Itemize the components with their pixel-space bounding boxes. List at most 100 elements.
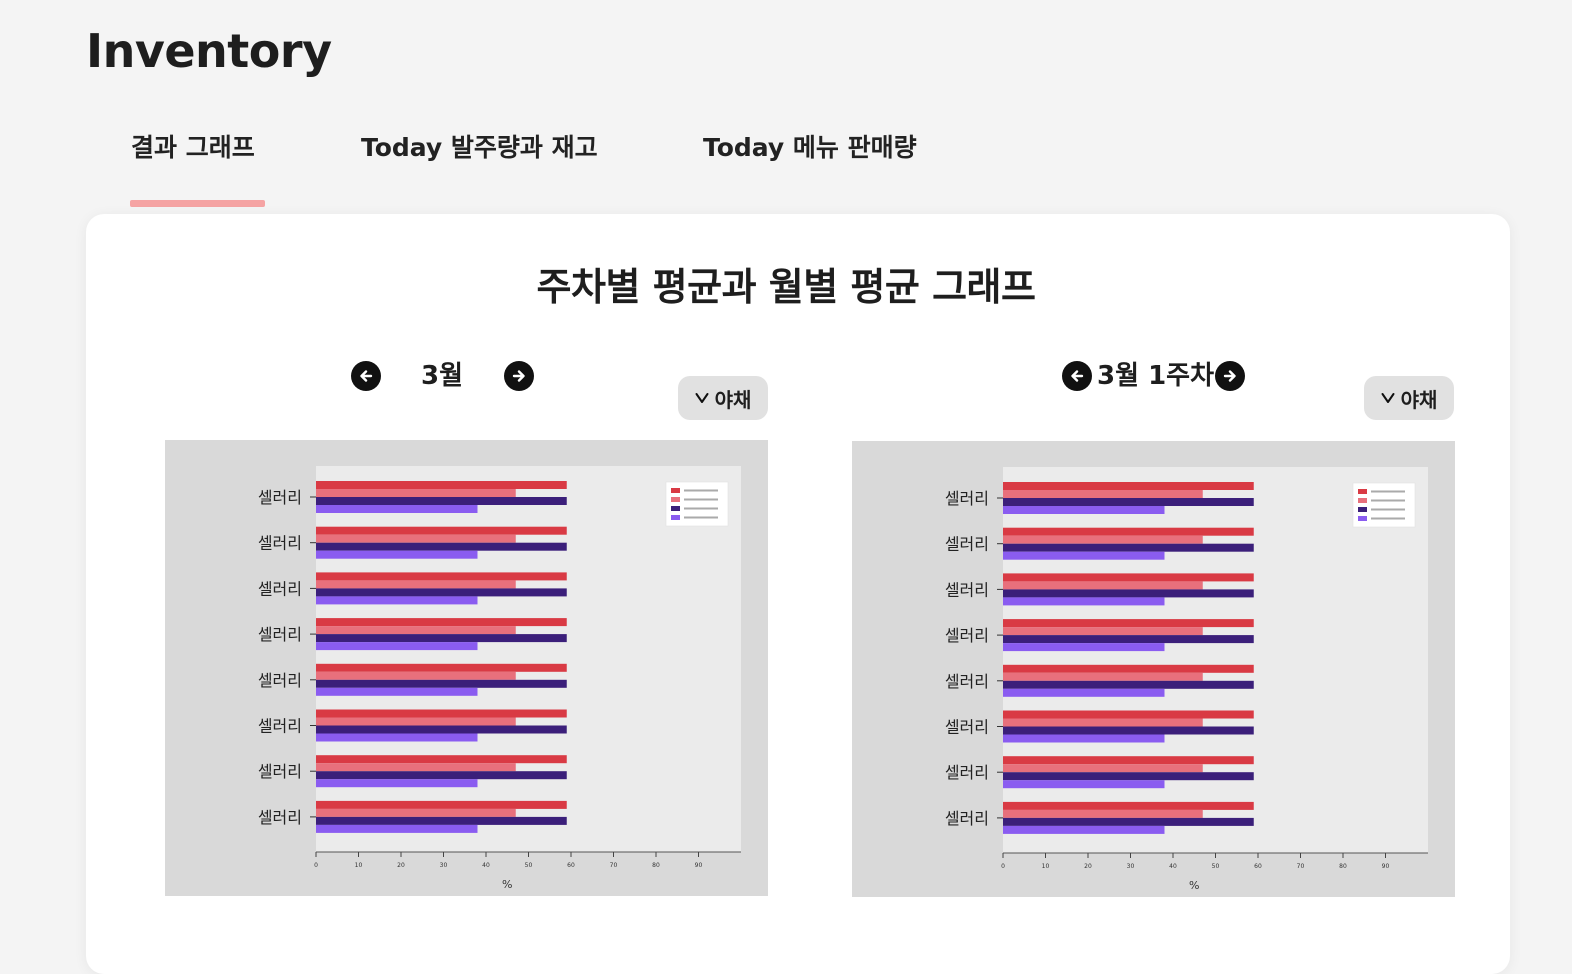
bar (316, 816, 567, 825)
x-tick-label: 30 (1127, 863, 1135, 870)
legend-entry-text (1371, 499, 1405, 502)
bar (1003, 801, 1254, 810)
bar (316, 481, 567, 489)
bar (1003, 482, 1254, 490)
x-tick-label: 50 (525, 862, 533, 869)
bar (1003, 718, 1203, 727)
bar (316, 588, 567, 597)
tab-result-graph[interactable]: 결과 그래프 (131, 128, 255, 168)
x-tick-label: 0 (314, 862, 318, 869)
bar (1003, 680, 1254, 689)
x-tick-label: 20 (1084, 863, 1092, 870)
filter-label: 야채 (1400, 387, 1438, 412)
prev-month-button[interactable] (351, 361, 381, 391)
prev-week-button[interactable] (1062, 361, 1092, 391)
x-tick-label: 80 (1339, 863, 1347, 870)
y-tick-label: 셀러리 (945, 809, 989, 828)
filter-label: 야채 (714, 387, 752, 412)
bar (1003, 527, 1254, 536)
bar (1003, 589, 1254, 598)
x-tick-label: 90 (1382, 863, 1390, 870)
x-tick-label: 40 (482, 862, 490, 869)
x-tick-label: 70 (1297, 863, 1305, 870)
bar (1003, 825, 1165, 834)
legend-entry-text (1371, 508, 1405, 511)
app-title: Inventory (86, 24, 332, 78)
bar (1003, 672, 1203, 681)
bar (316, 800, 567, 809)
bar (1003, 772, 1254, 781)
tab-today-orders-stock[interactable]: Today 발주량과 재고 (361, 128, 598, 168)
legend-swatch (671, 488, 680, 493)
bar (316, 771, 567, 780)
monthly-average-chart-svg: 셀러리셀러리셀러리셀러리셀러리셀러리셀러리셀러리0 10 20 30 40 50 60 70 8… (258, 466, 741, 891)
x-tick-label: 10 (1042, 863, 1050, 870)
bar (316, 717, 516, 726)
y-tick-label: 셀러리 (945, 626, 989, 645)
legend-entry-text (684, 516, 718, 519)
x-axis-label: % (1189, 879, 1199, 892)
bar (1003, 764, 1203, 773)
y-tick-label: 셀러리 (258, 534, 302, 553)
next-month-button[interactable] (504, 361, 534, 391)
bar (316, 542, 567, 551)
chevron-down-icon (1381, 393, 1395, 403)
bar (1003, 597, 1165, 606)
bar (1003, 498, 1254, 506)
bar (1003, 734, 1165, 743)
category-filter-dropdown-left[interactable]: 야채 (678, 376, 768, 420)
x-tick-label: 60 (567, 862, 575, 869)
legend-entry-text (1371, 490, 1405, 493)
x-tick-label: 80 (652, 862, 660, 869)
card-title: 주차별 평균과 월별 평균 그래프 (536, 265, 1036, 309)
legend-entry-text (684, 507, 718, 510)
bar (316, 505, 478, 513)
tab-today-menu-sales[interactable]: Today 메뉴 판매량 (703, 128, 917, 168)
y-tick-label: 셀러리 (258, 808, 302, 827)
bar (1003, 688, 1165, 697)
legend-swatch (1358, 489, 1367, 494)
y-tick-label: 셀러리 (258, 762, 302, 781)
legend-swatch (671, 506, 680, 511)
bar (316, 634, 567, 643)
bar (1003, 619, 1254, 628)
bar (1003, 664, 1254, 673)
monthly-average-chart: 셀러리 셀러리 셀러리 셀러리 셀러리 셀러리 셀러리 셀러리 0 10 20 30 40 50 60 70 8… (165, 440, 768, 896)
next-week-button[interactable] (1215, 361, 1245, 391)
bar (1003, 726, 1254, 735)
week-label: 3월 1주차 (1097, 361, 1214, 391)
bar (316, 755, 567, 764)
bar (1003, 643, 1165, 652)
x-tick-label: 50 (1212, 863, 1220, 870)
bar (316, 642, 478, 651)
legend-swatch (1358, 507, 1367, 512)
bar (1003, 573, 1254, 582)
legend-swatch (671, 497, 680, 502)
bar (1003, 627, 1203, 636)
arrow-right-icon (512, 370, 525, 382)
y-tick-label: 셀러리 (945, 672, 989, 691)
category-filter-dropdown-right[interactable]: 야채 (1364, 376, 1454, 420)
weekly-average-chart-svg: 셀러리셀러리셀러리셀러리셀러리셀러리셀러리셀러리0 10 20 30 40 50 60 70 8… (945, 467, 1428, 892)
x-tick-label: 10 (355, 862, 363, 869)
bar (316, 526, 567, 535)
bar (316, 626, 516, 635)
month-label: 3월 (421, 361, 464, 391)
legend-entry-text (684, 489, 718, 492)
bar (316, 779, 478, 788)
bar (1003, 543, 1254, 552)
y-tick-label: 셀러리 (258, 579, 302, 598)
y-tick-label: 셀러리 (258, 671, 302, 690)
bar (316, 663, 567, 672)
x-tick-label: 90 (695, 862, 703, 869)
bar (1003, 506, 1165, 514)
bar (1003, 817, 1254, 826)
bar (316, 534, 516, 543)
bar (1003, 490, 1203, 498)
y-tick-label: 셀러리 (945, 718, 989, 737)
bar (316, 709, 567, 718)
arrow-left-icon (1071, 370, 1084, 382)
x-tick-label: 0 (1001, 863, 1005, 870)
legend-swatch (671, 515, 680, 520)
bar (1003, 535, 1203, 544)
